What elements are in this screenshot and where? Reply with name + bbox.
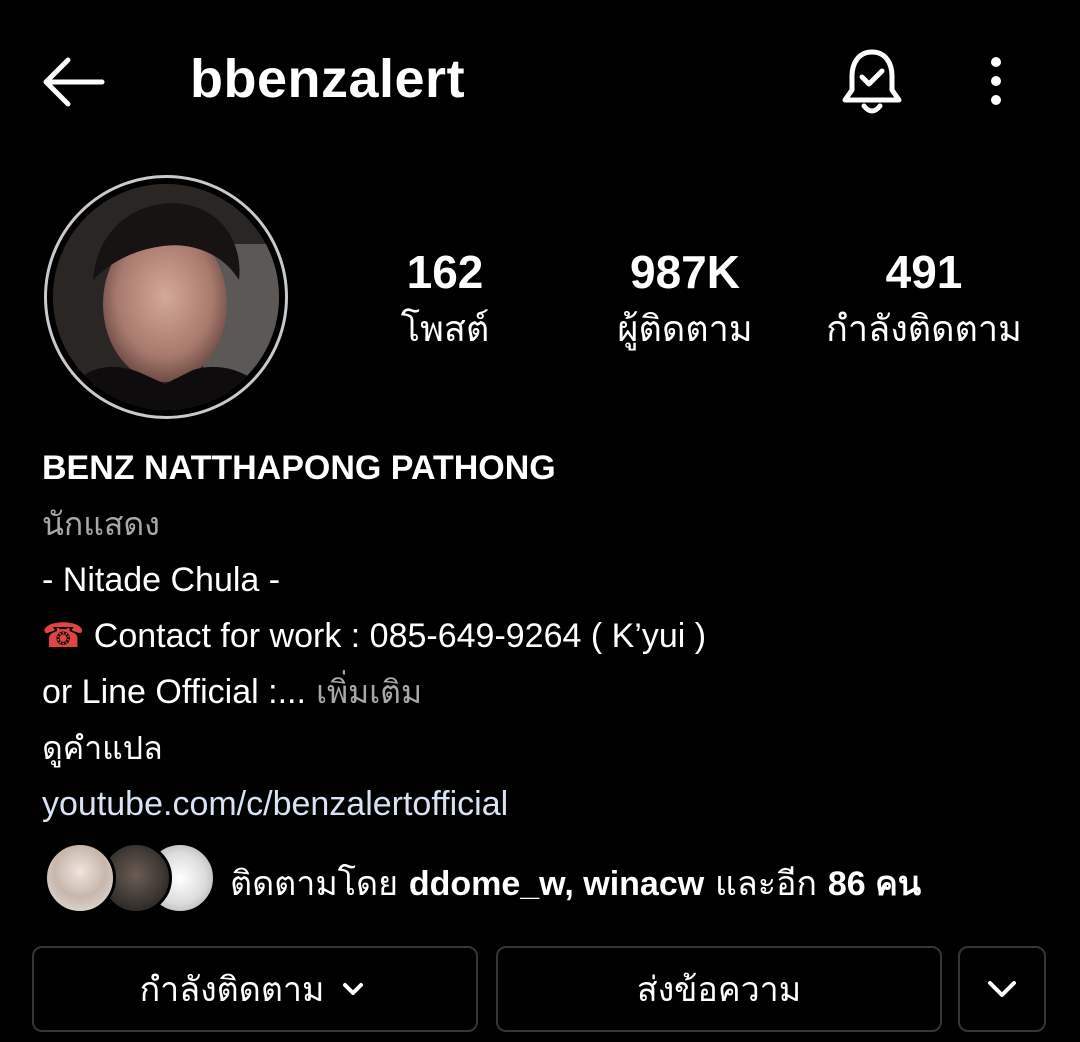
bell-check-icon <box>842 49 902 114</box>
see-translation-link[interactable]: ดูคำแปล <box>42 720 1042 776</box>
top-bar: bbenzalert <box>0 0 1080 165</box>
stat-following[interactable]: 491 กำลังติดตาม <box>812 240 1036 356</box>
back-button[interactable] <box>40 52 106 112</box>
see-more-link[interactable]: เพิ่มเติม <box>306 673 422 711</box>
suggested-accounts-button[interactable] <box>958 946 1046 1032</box>
followers-label: ผู้ติดตาม <box>617 309 753 350</box>
profile-category: นักแสดง <box>42 505 160 543</box>
bio-line-1: - Nitade Chula - <box>42 561 281 599</box>
bio-contact-text: Contact for work : 085-649-9264 ( K’yui … <box>84 617 707 655</box>
telephone-icon: ☎ <box>42 617 85 655</box>
chevron-down-icon <box>343 983 364 995</box>
message-button-label: ส่งข้อความ <box>636 970 802 1010</box>
more-vertical-icon <box>991 57 1001 105</box>
followed-by-prefix: ติดตามโดย <box>230 864 409 904</box>
followed-by-suffix: และอีก <box>704 864 828 904</box>
posts-count: 162 <box>406 246 484 298</box>
bio-website-link[interactable]: youtube.com/c/benzalertofficial <box>42 776 1042 832</box>
stat-followers[interactable]: 987K ผู้ติดตาม <box>595 240 775 356</box>
chevron-down-icon <box>988 981 1016 997</box>
following-label: กำลังติดตาม <box>826 309 1022 350</box>
followed-by-names: ddome_w, winacw <box>408 865 705 903</box>
following-button-label: กำลังติดตาม <box>139 970 325 1010</box>
profile-bio: BENZ NATTHAPONG PATHONG นักแสดง - Nitade… <box>42 440 1042 832</box>
notifications-button[interactable] <box>838 46 906 118</box>
bio-contact-line: ☎ Contact for work : 085-649-9264 ( K’yu… <box>42 608 1042 664</box>
stat-posts[interactable]: 162 โพสต์ <box>350 240 540 356</box>
arrow-left-icon <box>43 57 105 107</box>
posts-label: โพสต์ <box>400 309 490 350</box>
profile-avatar-ring[interactable] <box>44 175 288 419</box>
following-count: 491 <box>885 246 963 298</box>
following-button[interactable]: กำลังติดตาม <box>32 946 478 1032</box>
mutual-followers[interactable]: ติดตามโดย ddome_w, winacw และอีก 86 คน <box>44 842 1044 914</box>
bio-line-3-text: or Line Official :... <box>42 673 306 711</box>
profile-full-name: BENZ NATTHAPONG PATHONG <box>42 449 556 487</box>
profile-username: bbenzalert <box>190 49 466 109</box>
bio-line-3: or Line Official :... เพิ่มเติม <box>42 664 1042 720</box>
followers-count: 987K <box>630 246 740 298</box>
mutual-avatar-1 <box>44 842 116 914</box>
profile-avatar <box>53 184 279 410</box>
mutual-followers-text: ติดตามโดย ddome_w, winacw และอีก 86 คน <box>230 856 921 910</box>
more-options-button[interactable] <box>976 52 1016 112</box>
message-button[interactable]: ส่งข้อความ <box>496 946 942 1032</box>
followed-by-count: 86 คน <box>827 865 922 903</box>
